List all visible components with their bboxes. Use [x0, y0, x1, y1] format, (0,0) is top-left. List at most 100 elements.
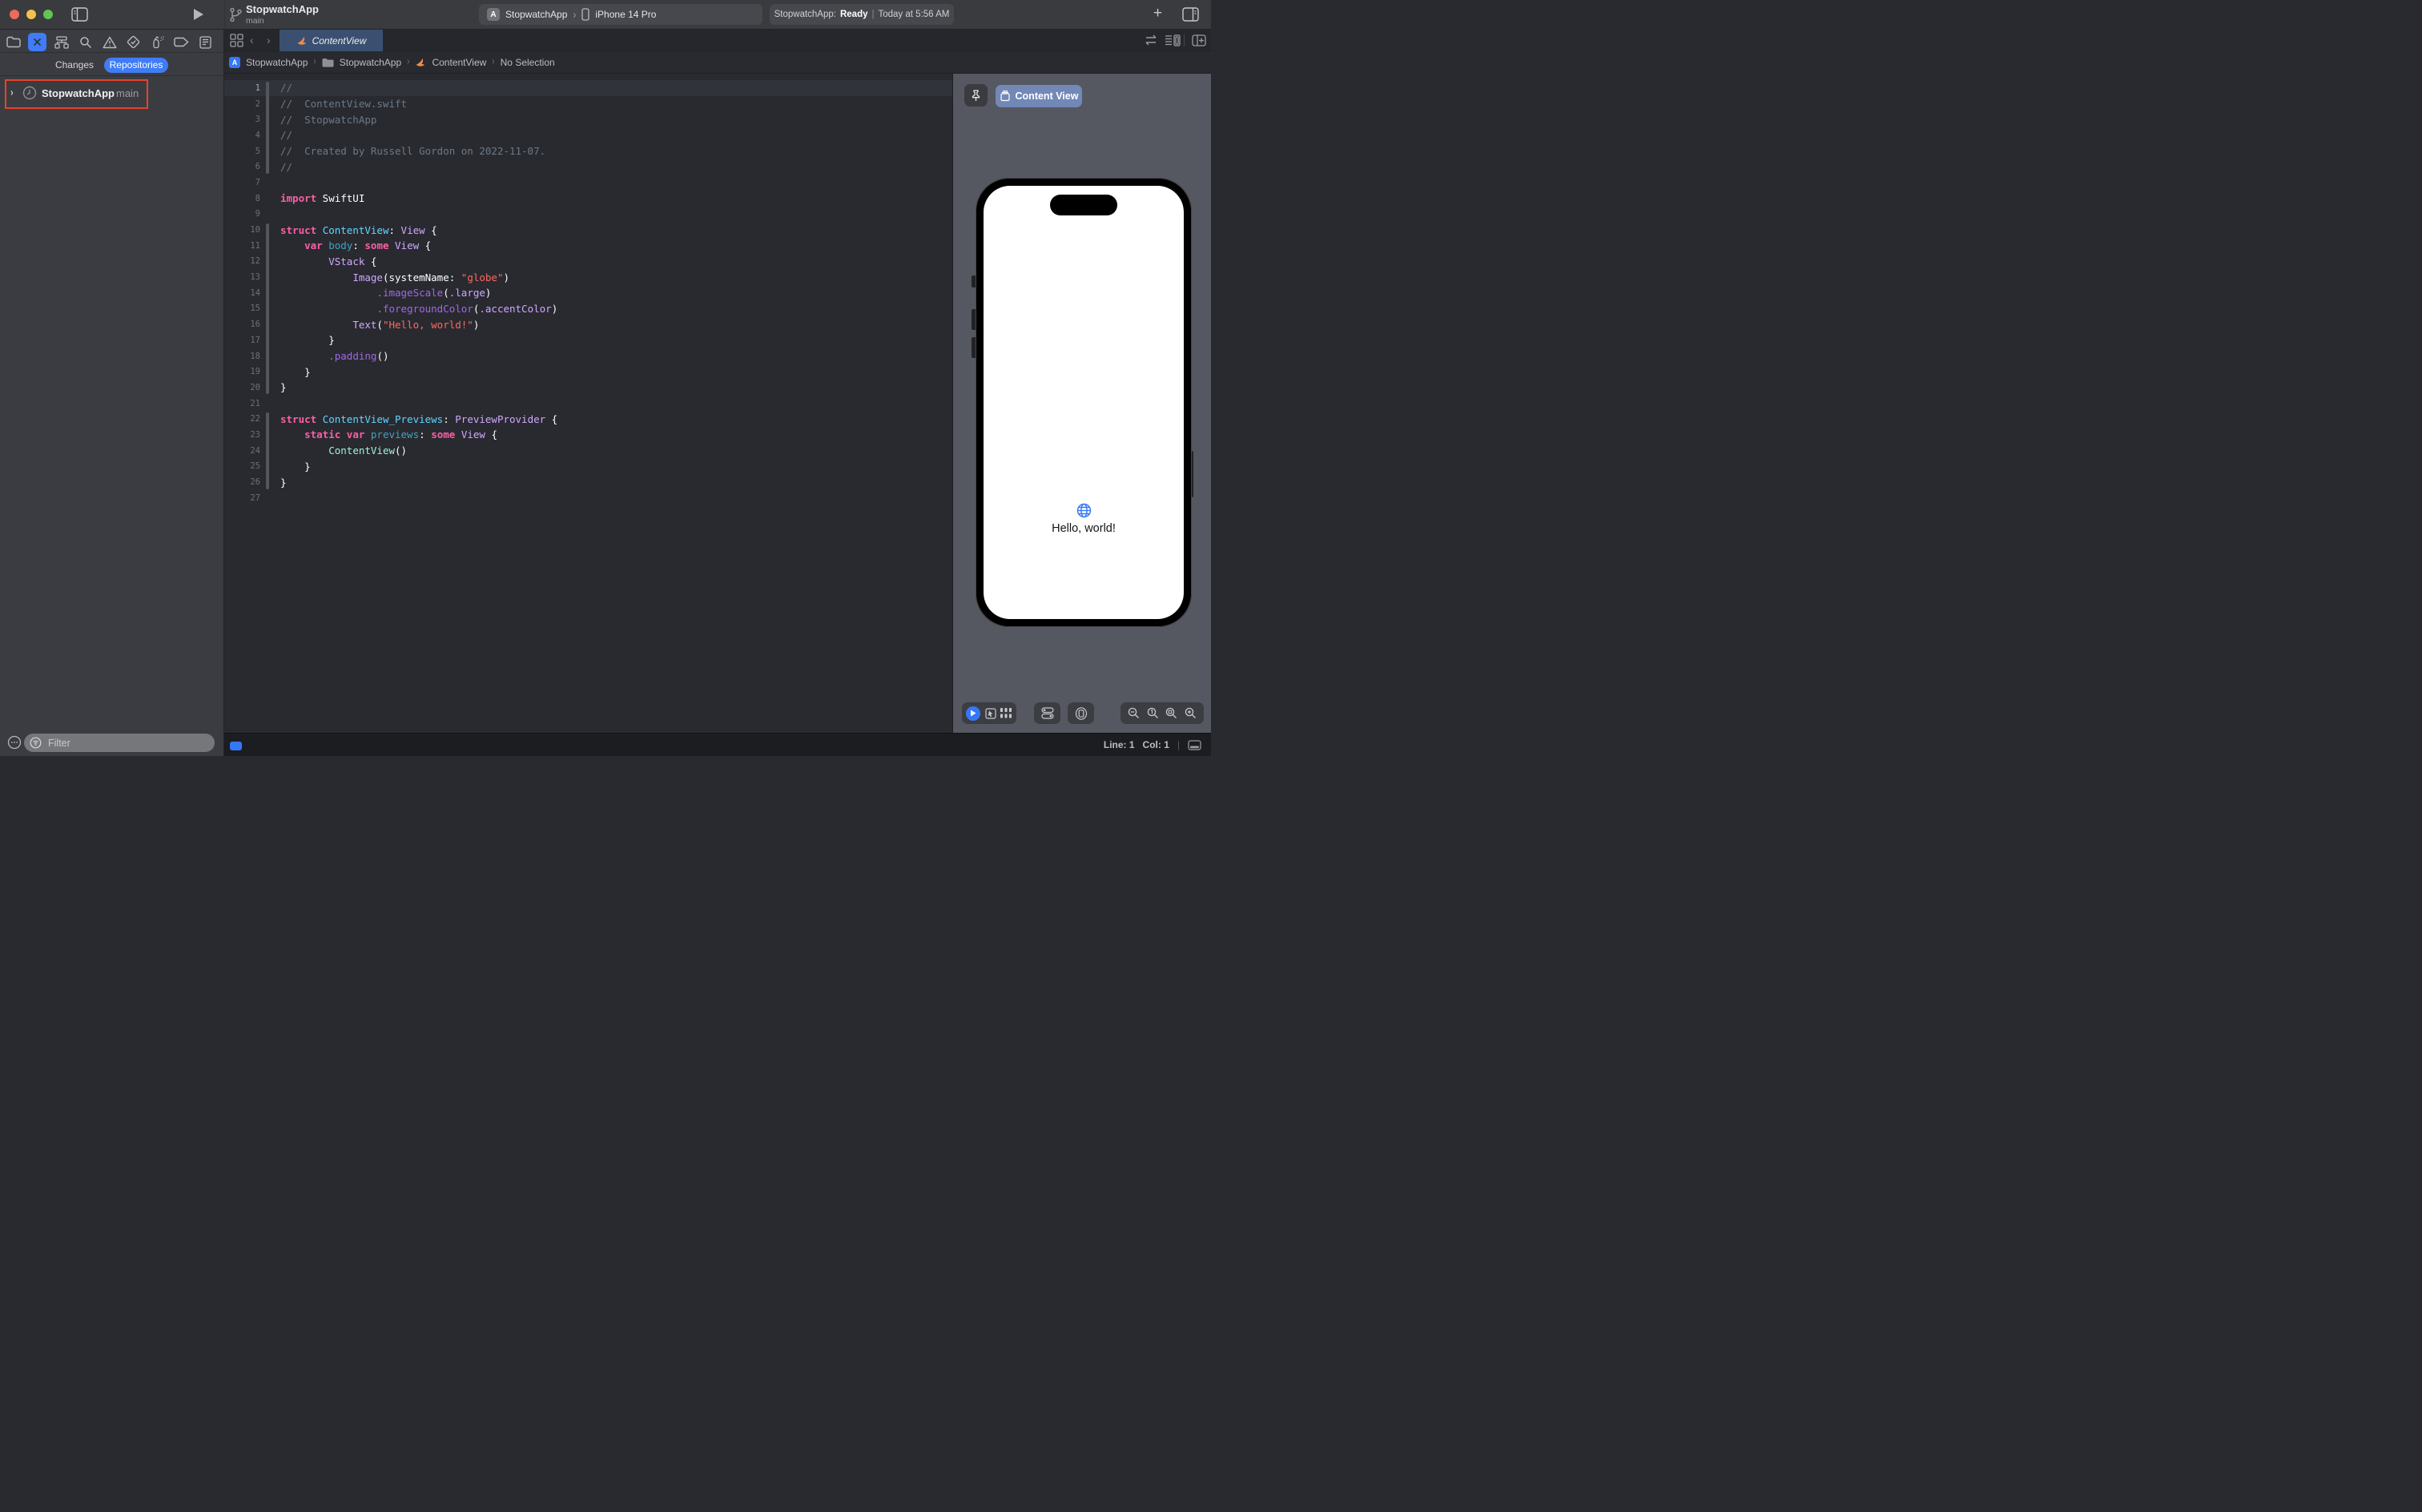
go-back-icon[interactable]: ‹ — [250, 34, 254, 46]
selectable-mode-icon[interactable] — [984, 707, 996, 719]
tab-changes[interactable]: Changes — [46, 58, 103, 73]
debug-navigator-icon[interactable] — [148, 33, 167, 51]
line-number[interactable]: 26 — [224, 477, 260, 487]
line-number[interactable]: 7 — [224, 178, 260, 187]
add-editor-icon[interactable] — [1192, 34, 1206, 46]
line-number[interactable]: 13 — [224, 272, 260, 282]
code-line[interactable]: 26} — [224, 474, 952, 490]
code-line[interactable]: 23 static var previews: some View { — [224, 427, 952, 443]
scheme-selector[interactable]: A StopwatchApp › iPhone 14 Pro — [479, 4, 762, 25]
more-options-icon[interactable] — [7, 735, 22, 750]
source-control-navigator-icon[interactable] — [28, 33, 46, 51]
editor-layout-icon[interactable] — [230, 34, 243, 47]
close-window-button[interactable] — [10, 10, 19, 19]
line-number[interactable]: 18 — [224, 352, 260, 361]
adjust-editor-options-icon[interactable] — [1165, 34, 1181, 46]
code-line[interactable]: 2 // ContentView.swift — [224, 96, 952, 112]
symbol-navigator-icon[interactable] — [52, 33, 70, 51]
issue-navigator-icon[interactable] — [100, 33, 119, 51]
variants-mode-icon[interactable] — [1000, 708, 1012, 718]
line-number[interactable]: 5 — [224, 147, 260, 156]
preview-target-button[interactable]: Content View — [996, 85, 1082, 107]
pin-preview-button[interactable] — [964, 84, 988, 107]
code-line[interactable]: 24 ContentView() — [224, 443, 952, 459]
code-line[interactable]: 10 struct ContentView: View { — [224, 222, 952, 238]
line-number[interactable]: 19 — [224, 367, 260, 376]
device-orientation-icon[interactable] — [1075, 706, 1088, 720]
live-preview-button[interactable] — [966, 706, 981, 721]
code-line[interactable]: 19 } — [224, 364, 952, 380]
line-number[interactable]: 23 — [224, 430, 260, 440]
filter-input[interactable] — [24, 734, 215, 752]
iphone-preview-screen[interactable]: Hello, world! — [984, 186, 1184, 619]
line-number[interactable]: 22 — [224, 414, 260, 424]
run-button[interactable] — [193, 8, 204, 21]
line-number[interactable]: 14 — [224, 288, 260, 298]
find-navigator-icon[interactable] — [76, 33, 95, 51]
source-editor[interactable]: 1 // 2 // ContentView.swift 3 // StopwatchApp… — [224, 74, 952, 733]
code-line[interactable]: 6 // — [224, 159, 952, 175]
line-number[interactable]: 24 — [224, 446, 260, 456]
line-number[interactable]: 1 — [224, 83, 260, 93]
code-line[interactable]: 18 .padding() — [224, 348, 952, 364]
zoom-fit-icon[interactable] — [1165, 707, 1177, 719]
code-line[interactable]: 7 — [224, 175, 952, 191]
line-number[interactable]: 8 — [224, 194, 260, 203]
adjust-bottom-bar-icon[interactable] — [1188, 739, 1201, 750]
code-line[interactable]: 17 } — [224, 332, 952, 348]
code-line[interactable]: 27 — [224, 490, 952, 506]
report-navigator-icon[interactable] — [196, 33, 215, 51]
code-line[interactable]: 1 // — [224, 80, 952, 96]
tab-repositories[interactable]: Repositories — [104, 58, 168, 73]
line-number[interactable]: 4 — [224, 131, 260, 140]
toggle-right-panel-icon[interactable] — [1182, 7, 1199, 22]
breadcrumb-project[interactable]: StopwatchApp — [246, 57, 308, 68]
code-line[interactable]: 21 — [224, 396, 952, 412]
breadcrumb-selection[interactable]: No Selection — [501, 57, 555, 68]
line-number[interactable]: 25 — [224, 461, 260, 471]
test-navigator-icon[interactable] — [124, 33, 143, 51]
line-number[interactable]: 21 — [224, 399, 260, 408]
tab-contentview[interactable]: ContentView — [280, 30, 383, 51]
code-line[interactable]: 14 .imageScale(.large) — [224, 285, 952, 301]
code-line[interactable]: 12 VStack { — [224, 254, 952, 270]
line-number[interactable]: 10 — [224, 225, 260, 235]
go-forward-icon[interactable]: › — [267, 34, 271, 46]
minimize-window-button[interactable] — [26, 10, 36, 19]
code-line[interactable]: 3 // StopwatchApp — [224, 111, 952, 127]
line-number[interactable]: 27 — [224, 493, 260, 503]
code-line[interactable]: 16 Text("Hello, world!") — [224, 316, 952, 332]
code-line[interactable]: 11 var body: some View { — [224, 238, 952, 254]
project-navigator-icon[interactable] — [4, 33, 22, 51]
code-line[interactable]: 22 struct ContentView_Previews: PreviewPr… — [224, 411, 952, 427]
line-number[interactable]: 12 — [224, 256, 260, 266]
activity-status[interactable]: StopwatchApp: Ready | Today at 5:56 AM — [770, 4, 954, 25]
code-line[interactable]: 8 import SwiftUI — [224, 191, 952, 207]
zoom-window-button[interactable] — [43, 10, 53, 19]
code-line[interactable]: 4 // — [224, 127, 952, 143]
scheme-target[interactable]: StopwatchApp — [505, 9, 567, 20]
scheme-device[interactable]: iPhone 14 Pro — [595, 9, 656, 20]
line-number[interactable]: 11 — [224, 241, 260, 251]
line-number[interactable]: 16 — [224, 320, 260, 329]
zoom-out-icon[interactable] — [1128, 707, 1140, 719]
line-number[interactable]: 9 — [224, 209, 260, 219]
breakpoint-navigator-icon[interactable] — [172, 33, 191, 51]
code-line[interactable]: 25 } — [224, 459, 952, 475]
code-line[interactable]: 5 // Created by Russell Gordon on 2022-11… — [224, 143, 952, 159]
code-line[interactable]: 20} — [224, 380, 952, 396]
add-button[interactable]: + — [1153, 5, 1162, 22]
code-line[interactable]: 15 .foregroundColor(.accentColor) — [224, 301, 952, 317]
line-number[interactable]: 3 — [224, 115, 260, 124]
breadcrumb-file[interactable]: ContentView — [432, 57, 486, 68]
toggle-left-sidebar-icon[interactable] — [71, 7, 88, 22]
breadcrumb-group[interactable]: StopwatchApp — [340, 57, 401, 68]
line-number[interactable]: 6 — [224, 162, 260, 171]
line-number[interactable]: 17 — [224, 336, 260, 345]
line-number[interactable]: 20 — [224, 383, 260, 392]
zoom-100-icon[interactable] — [1147, 707, 1159, 719]
zoom-in-icon[interactable] — [1185, 707, 1197, 719]
related-items-icon[interactable] — [1144, 34, 1158, 46]
line-number[interactable]: 15 — [224, 304, 260, 313]
code-line[interactable]: 13 Image(systemName: "globe") — [224, 269, 952, 285]
